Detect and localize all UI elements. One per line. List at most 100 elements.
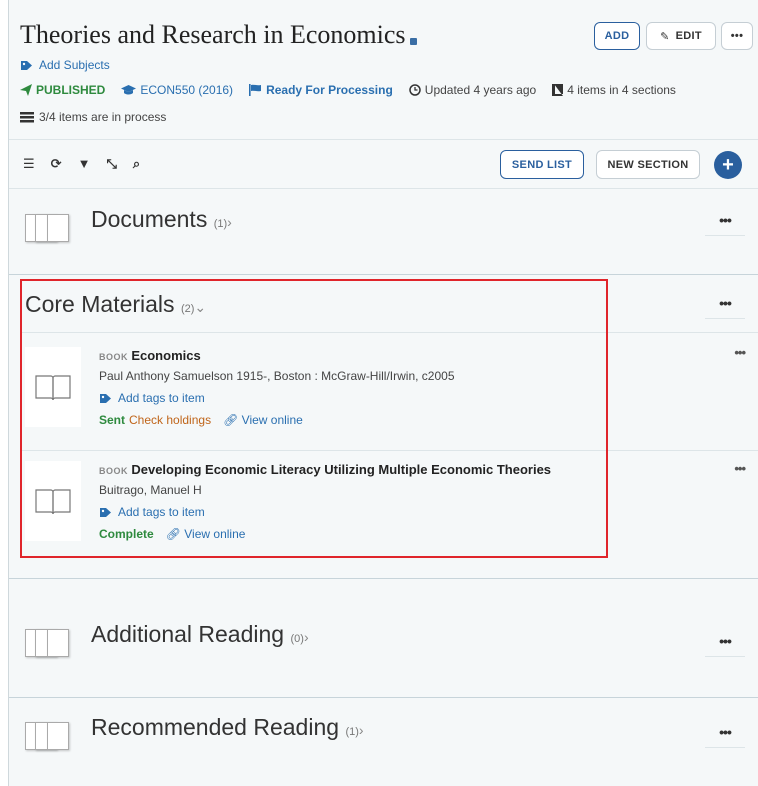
open-book-icon [35, 489, 71, 515]
section-title-text: Documents [91, 206, 208, 232]
search-icon[interactable]: ⌕ [133, 156, 140, 172]
list-metadata: PUBLISHED ECON550 (2016) Ready For Proce… [20, 83, 676, 97]
section-count: (2) [180, 303, 195, 315]
item-type-badge: BOOK [99, 352, 128, 362]
new-section-label: NEW SECTION [607, 158, 689, 171]
tag-icon [100, 393, 111, 403]
books-icon [21, 714, 87, 758]
send-list-button[interactable]: SEND LIST [500, 150, 584, 179]
item-thumbnail[interactable] [25, 347, 81, 427]
list-item[interactable]: BOOK Economics Paul Anthony Samuelson 19… [21, 333, 758, 450]
add-tags-link[interactable]: Add tags to item [99, 505, 551, 519]
processing-status[interactable]: Ready For Processing [266, 83, 393, 97]
page-title: Theories and Research in Economics [20, 20, 417, 50]
section-title-recommended-reading[interactable]: Recommended Reading (1)› [91, 714, 364, 741]
item-status-row: Sent Check holdings 🔗︎ View online [99, 413, 455, 427]
reading-list-panel: Theories and Research in Economics ADD ✎… [8, 0, 758, 786]
toolbar-icons: ☰ ⟳ ▼ ⤡ ⌕ [23, 156, 140, 172]
link-icon: 🔗︎ [165, 527, 181, 541]
chevron-down-icon: ⌄ [194, 299, 207, 315]
section-more-button[interactable]: ••• [705, 204, 745, 236]
open-book-icon [35, 375, 71, 401]
list-icon[interactable]: ☰ [23, 156, 35, 172]
section-count: (1) [213, 218, 228, 230]
add-subjects-label: Add Subjects [39, 58, 110, 72]
section-count: (1) [345, 726, 359, 738]
book-icon [552, 84, 564, 96]
edit-button[interactable]: ✎ EDIT [646, 22, 716, 50]
tag-icon [100, 507, 111, 517]
item-more-button[interactable]: ••• [734, 461, 746, 476]
view-online-label: View online [241, 413, 303, 427]
item-author: Buitrago, Manuel H [99, 483, 202, 497]
paper-plane-icon [20, 84, 32, 96]
chevron-right-icon: › [358, 722, 364, 738]
send-list-label: SEND LIST [511, 158, 573, 171]
add-button[interactable]: ADD [594, 22, 640, 50]
collapse-icon[interactable]: ⤡ [106, 156, 116, 172]
section-more-label: ••• [719, 294, 732, 311]
tag-icon [21, 60, 32, 70]
header-more-button[interactable]: ••• [721, 22, 753, 50]
item-more-label: ••• [734, 345, 746, 360]
item-title[interactable]: Developing Economic Literacy Utilizing M… [131, 462, 551, 477]
published-status: PUBLISHED [36, 83, 106, 97]
check-holdings-link[interactable]: Check holdings [129, 413, 211, 427]
section-documents: Documents (1)› ••• [9, 190, 758, 274]
section-title-documents[interactable]: Documents (1)› [91, 206, 232, 233]
view-online-label: View online [184, 527, 246, 541]
section-recommended-reading: Recommended Reading (1)› ••• [9, 698, 758, 786]
add-tags-label: Add tags to item [118, 505, 205, 519]
books-icon [21, 621, 87, 665]
header-more-label: ••• [730, 30, 744, 42]
item-type-badge: BOOK [99, 466, 128, 476]
in-process-text: 3/4 items are in process [39, 110, 167, 124]
section-title-core-materials[interactable]: Core Materials (2)⌄ [25, 291, 206, 318]
copy-icon[interactable] [409, 38, 417, 45]
list-toolbar: ☰ ⟳ ▼ ⤡ ⌕ SEND LIST NEW SECTION + [9, 141, 758, 189]
section-more-button[interactable]: ••• [705, 625, 745, 657]
view-online-link[interactable]: 🔗︎ View online [166, 527, 246, 541]
updated-text: Updated 4 years ago [424, 83, 537, 97]
item-more-button[interactable]: ••• [734, 345, 746, 360]
section-more-button[interactable]: ••• [705, 716, 745, 748]
section-title-additional-reading[interactable]: Additional Reading (0)› [91, 621, 309, 648]
item-thumbnail[interactable] [25, 461, 81, 541]
pencil-icon: ✎ [660, 30, 670, 43]
view-online-link[interactable]: 🔗︎ View online [223, 413, 303, 427]
in-process-status: 3/4 items are in process [20, 110, 166, 124]
list-item[interactable]: BOOK Developing Economic Literacy Utiliz… [21, 451, 758, 559]
add-tags-link[interactable]: Add tags to item [99, 391, 455, 405]
books-icon [21, 206, 87, 250]
graduation-cap-icon [121, 84, 137, 94]
section-additional-reading: Additional Reading (0)› ••• [9, 579, 758, 697]
clock-icon [409, 84, 421, 96]
item-title[interactable]: Economics [131, 348, 200, 363]
item-status: Sent [99, 413, 126, 427]
section-title-text: Additional Reading [91, 621, 285, 647]
filter-icon[interactable]: ▼ [78, 156, 91, 172]
page-title-text: Theories and Research in Economics [20, 20, 406, 49]
chevron-right-icon: › [303, 629, 309, 645]
add-item-button[interactable]: + [714, 151, 742, 179]
section-more-label: ••• [719, 632, 732, 649]
refresh-icon[interactable]: ⟳ [51, 156, 62, 172]
item-details: BOOK Economics Paul Anthony Samuelson 19… [99, 348, 455, 427]
add-subjects-link[interactable]: Add Subjects [20, 58, 110, 72]
plus-icon: + [722, 153, 734, 176]
add-button-label: ADD [604, 30, 630, 42]
items-count: 4 items in 4 sections [567, 83, 676, 97]
item-details: BOOK Developing Economic Literacy Utiliz… [99, 462, 551, 541]
section-title-text: Core Materials [25, 291, 175, 317]
item-status: Complete [99, 527, 154, 541]
section-core-materials: Core Materials (2)⌄ ••• BOOK Economics P… [9, 275, 758, 578]
new-section-button[interactable]: NEW SECTION [596, 150, 700, 179]
course-link[interactable]: ECON550 (2016) [140, 83, 233, 97]
item-more-label: ••• [734, 461, 746, 476]
section-more-button[interactable]: ••• [705, 287, 745, 319]
item-status-row: Complete 🔗︎ View online [99, 527, 551, 541]
add-tags-label: Add tags to item [118, 391, 205, 405]
progress-bars-icon [20, 111, 34, 122]
link-icon: 🔗︎ [223, 413, 239, 427]
item-author: Paul Anthony Samuelson 1915-, Boston : M… [99, 369, 455, 383]
